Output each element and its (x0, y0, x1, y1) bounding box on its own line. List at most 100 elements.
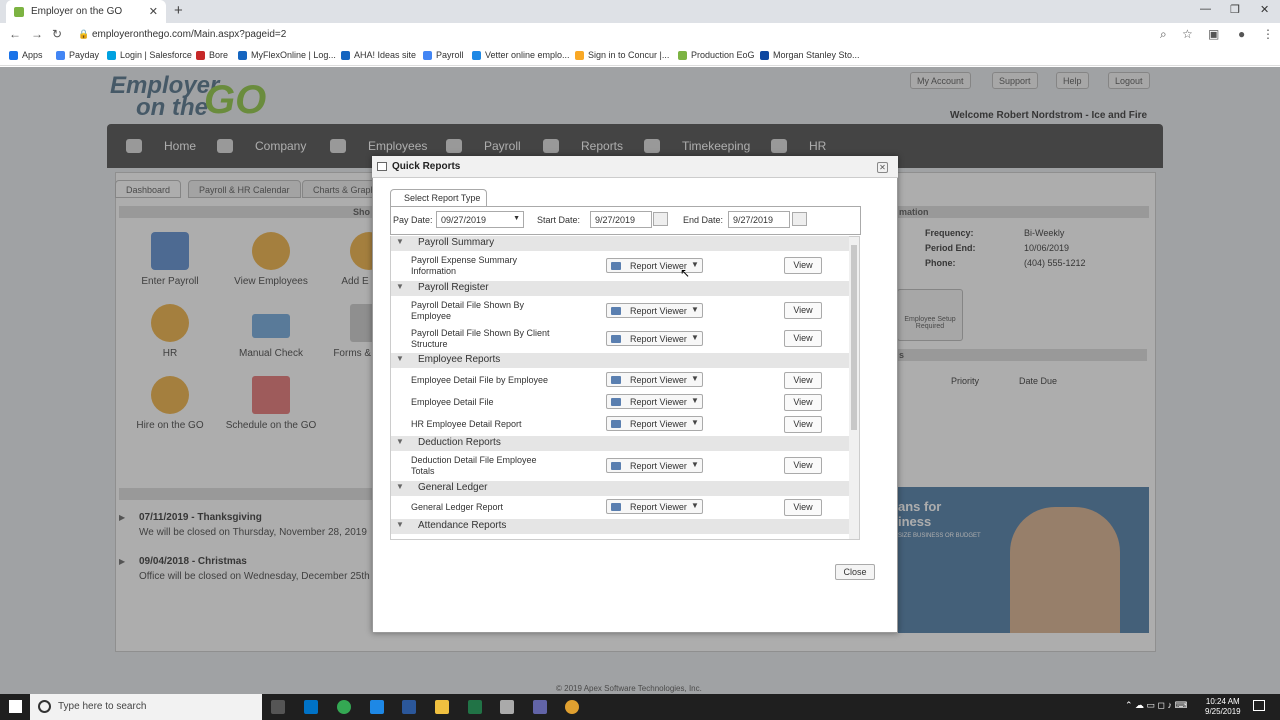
browser-tab-strip (0, 0, 1280, 23)
pay-date-select[interactable]: 09/27/2019 ▼ (436, 211, 524, 228)
profile-icon[interactable]: ● (1238, 27, 1245, 41)
excel-icon[interactable] (468, 700, 482, 714)
report-viewer-select[interactable]: Report Viewer ▼ (606, 416, 703, 431)
teams-icon[interactable] (533, 700, 547, 714)
view-button[interactable]: View (784, 499, 822, 516)
view-button[interactable]: View (784, 302, 822, 319)
scrollbar-thumb[interactable] (851, 245, 857, 430)
bookmark-production-eog[interactable]: Production EoG (678, 50, 755, 60)
bookmark-salesforce[interactable]: Login | Salesforce (107, 50, 192, 60)
browser-tab[interactable]: Employer on the GO ✕ (6, 0, 166, 23)
start-date-label: Start Date: (537, 215, 581, 225)
report-viewer-select[interactable]: Report Viewer ▼ (606, 372, 703, 387)
tray-icons[interactable]: ⌃ ☁ ▭ ◻ ♪ ⌨ (1125, 700, 1188, 711)
calendar-icon[interactable] (653, 212, 668, 226)
edge-icon[interactable] (370, 700, 384, 714)
chevron-down-icon: ▼ (691, 460, 699, 469)
windows-start-icon[interactable] (9, 700, 22, 713)
chart-icon (611, 262, 621, 270)
app-icon[interactable] (500, 700, 514, 714)
close-button[interactable]: Close (835, 564, 875, 580)
bookmark-concur[interactable]: Sign in to Concur |... (575, 50, 669, 60)
chart-icon (611, 376, 621, 384)
report-viewer-select[interactable]: Report Viewer ▼ (606, 458, 703, 473)
group-general-ledger[interactable]: ▼ General Ledger (391, 481, 849, 496)
end-date-input[interactable]: 9/27/2019 (728, 211, 790, 228)
clock[interactable]: 10:24 AM 9/25/2019 (1205, 697, 1241, 717)
chevron-down-icon: ▼ (513, 215, 520, 222)
task-view-icon[interactable] (271, 700, 285, 714)
chart-icon (611, 307, 621, 315)
chart-icon (611, 462, 621, 470)
chevron-down-icon: ▼ (691, 305, 699, 314)
view-button[interactable]: View (784, 457, 822, 474)
bookmark-payday[interactable]: Payday (56, 50, 99, 60)
group-attendance-reports[interactable]: ▼ Attendance Reports (391, 519, 849, 534)
group-payroll-register[interactable]: ▼ Payroll Register (391, 281, 849, 296)
reload-icon[interactable]: ↻ (52, 27, 62, 41)
bookmark-apps[interactable]: Apps (9, 50, 43, 60)
group-employee-reports[interactable]: ▼ Employee Reports (391, 353, 849, 368)
report-viewer-select[interactable]: Report Viewer ▼ (606, 499, 703, 514)
dialog-close-icon[interactable]: ✕ (877, 162, 888, 173)
report-viewer-select[interactable]: Report Viewer ▼ (606, 394, 703, 409)
view-button[interactable]: View (784, 394, 822, 411)
file-explorer-icon[interactable] (435, 700, 449, 714)
bookmark-morgan-stanley[interactable]: Morgan Stanley Sto... (760, 50, 860, 60)
back-icon[interactable]: ← (9, 27, 21, 41)
collapse-icon: ▼ (396, 282, 404, 291)
group-payroll-summary[interactable]: ▼ Payroll Summary (391, 236, 849, 251)
chart-icon (611, 420, 621, 428)
window-close-icon[interactable]: ✕ (1260, 3, 1269, 16)
view-button[interactable]: View (784, 330, 822, 347)
minimize-icon[interactable]: — (1200, 3, 1211, 15)
word-icon[interactable] (402, 700, 416, 714)
view-button[interactable]: View (784, 416, 822, 433)
taskbar-search[interactable]: Type here to search (30, 694, 262, 720)
forward-icon[interactable]: → (31, 27, 43, 41)
bookmark-myflex[interactable]: MyFlexOnline | Log... (238, 50, 336, 60)
group-deduction-reports[interactable]: ▼ Deduction Reports (391, 436, 849, 451)
menu-icon[interactable]: ⋮ (1262, 27, 1274, 41)
tab-select-report-type[interactable]: Select Report Type (390, 189, 487, 206)
notifications-icon[interactable] (1253, 700, 1265, 711)
zoom-icon[interactable]: ⌕ (1160, 27, 1167, 42)
bookmark-payroll[interactable]: Payroll (423, 50, 464, 60)
report-label: Payroll Expense Summary Information (411, 255, 518, 276)
report-label: Deduction Detail File Employee Totals (411, 455, 537, 476)
address-bar: ← → ↻ 🔒 employeronthego.com/Main.aspx?pa… (0, 23, 1280, 46)
chevron-down-icon: ▼ (691, 501, 699, 510)
outlook-icon[interactable] (304, 700, 318, 714)
report-label: Payroll Detail File Shown By Client Stru… (411, 328, 550, 349)
extension-icon[interactable]: ▣ (1208, 27, 1219, 41)
bookmark-aha[interactable]: AHA! Ideas site (341, 50, 416, 60)
restore-icon[interactable]: ❐ (1230, 3, 1240, 16)
app-icon[interactable] (565, 700, 579, 714)
collapse-icon: ▼ (396, 437, 404, 446)
mouse-cursor-icon: ↖ (680, 266, 691, 280)
report-label: HR Employee Detail Report (411, 419, 522, 429)
pay-date-label: Pay Date: (393, 215, 433, 225)
view-button[interactable]: View (784, 372, 822, 389)
report-viewer-select[interactable]: Report Viewer ▼ (606, 303, 703, 318)
new-tab-icon[interactable]: + (174, 2, 183, 19)
bookmark-bore[interactable]: Bore (196, 50, 228, 60)
start-date-input[interactable]: 9/27/2019 (590, 211, 652, 228)
report-viewer-select[interactable]: Report Viewer ▼ (606, 331, 703, 346)
collapse-icon: ▼ (396, 520, 404, 529)
search-icon (38, 700, 51, 713)
calendar-icon[interactable] (792, 212, 807, 226)
report-label: Payroll Detail File Shown By Employee (411, 300, 525, 321)
collapse-icon: ▼ (396, 482, 404, 491)
bookmark-vetter[interactable]: Vetter online emplo... (472, 50, 570, 60)
report-label: Employee Detail File by Employee (411, 375, 549, 385)
star-icon[interactable]: ☆ (1182, 27, 1193, 41)
chrome-icon[interactable] (337, 700, 351, 714)
view-button[interactable]: View (784, 257, 822, 274)
url-field[interactable]: employeronthego.com/Main.aspx?pageid=2 (92, 29, 286, 40)
chevron-down-icon: ▼ (691, 418, 699, 427)
close-tab-icon[interactable]: ✕ (149, 5, 158, 18)
report-icon (377, 162, 387, 171)
chevron-down-icon: ▼ (691, 374, 699, 383)
chart-icon (611, 335, 621, 343)
